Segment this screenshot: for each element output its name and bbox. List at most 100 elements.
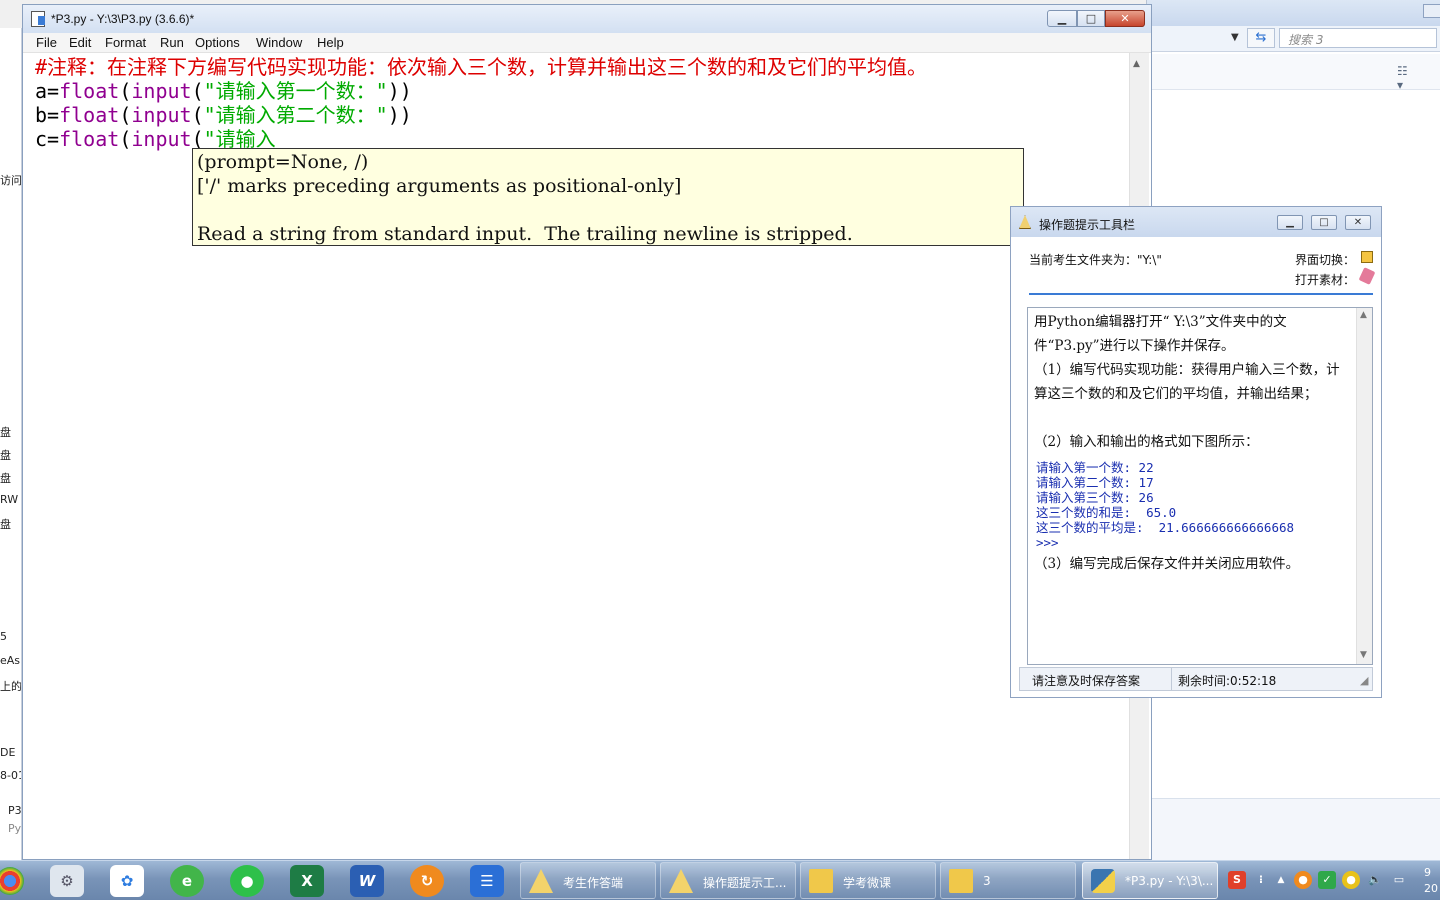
code-string: "请输入第二个数：" [203,103,388,127]
view-options-icon[interactable]: ☷ ▾ [1397,64,1417,92]
tasks-app-icon[interactable]: ☰ [470,865,504,897]
tray-app-icon[interactable]: ● [1342,871,1360,889]
hint-close-button[interactable]: ✕ [1345,215,1371,230]
menu-format[interactable]: Format [105,35,146,50]
taskbar: ⚙ ✿ e ● X W ↻ ☰ 考生作答端 操作题提示工... 学考微课 3 *… [0,860,1440,900]
sample-output-line: 请输入第三个数: 26 [1036,490,1154,505]
hint-status-bar: 请注意及时保存答案 剩余时间:0:52:18 ◢ [1019,667,1373,691]
strip-text: 盘 [0,518,11,531]
menu-file[interactable]: File [36,35,57,50]
strip-text: 访问 [0,174,22,187]
show-hidden-icons-icon[interactable]: ▲ [1272,871,1290,889]
security-app-icon[interactable]: ● [1294,871,1312,889]
interface-switch-icon[interactable] [1361,251,1373,263]
task-idle-editor[interactable]: *P3.py - Y:\3\... [1082,862,1218,899]
strip-text: 上的 [0,680,22,693]
code-line-comment: #注释：在注释下方编写代码实现功能：依次输入三个数，计算并输出这三个数的和及它们… [35,55,928,79]
remaining-time-text: 剩余时间:0:52:18 [1178,674,1277,688]
task-label: 考生作答端 [563,876,624,890]
hint-minimize-button[interactable]: ▁ [1277,215,1303,230]
instruction-paragraph: （2）输入和输出的格式如下图所示： [1034,434,1259,450]
maximize-button[interactable]: □ [1077,10,1105,27]
task-hint-toolbar[interactable]: 操作题提示工... [660,862,796,899]
input-mode-icon[interactable]: ⁝ [1252,871,1270,889]
wechat-icon[interactable]: ● [230,865,264,897]
calltip-tooltip: (prompt=None, /) ['/' marks preceding ar… [192,148,1024,246]
strip-text: eAs [0,654,21,667]
python-icon [1091,869,1115,893]
code-token: float [59,127,120,151]
task-label: *P3.py - Y:\3\... [1125,874,1214,888]
clock-time: 9 [1424,866,1431,879]
task-label: 学考微课 [843,876,892,890]
menu-window[interactable]: Window [256,35,302,50]
refresh-icon[interactable]: ⇆ [1247,28,1275,48]
calltip-note: ['/' marks preceding arguments as positi… [197,175,682,197]
background-left-window: 访问 盘 盘 盘 RW 盘 5 eAs 上的 DE 8-01 P3 Py [0,28,22,860]
scroll-up-icon[interactable]: ▲ [1133,59,1140,69]
word-icon[interactable]: W [350,865,384,897]
excel-icon[interactable]: X [290,865,324,897]
scroll-down-icon[interactable]: ▼ [1360,650,1367,660]
task-label: 3 [983,874,991,888]
sync-icon[interactable]: ↻ [410,865,444,897]
sogou-input-icon[interactable]: S [1228,871,1246,889]
code-line: b=float(input("请输入第二个数：")) [35,103,412,127]
code-token: float [59,103,120,127]
task-folder-microlessons[interactable]: 学考微课 [800,862,936,899]
network-icon[interactable]: ⚙ [50,865,84,897]
network-status-icon[interactable]: ▭ [1390,871,1408,889]
menu-edit[interactable]: Edit [69,35,91,50]
code-token: ( [119,79,132,103]
sample-output-line: 请输入第二个数: 17 [1036,475,1154,490]
hint-window-title: 操作题提示工具栏 [1039,218,1136,232]
resize-grip-icon[interactable]: ◢ [1360,674,1368,687]
menu-run[interactable]: Run [160,35,184,50]
save-reminder-text: 请注意及时保存答案 [1020,668,1172,690]
idle-editor-window: *P3.py - Y:\3\P3.py (3.6.6)* ▁ □ ✕ File … [22,4,1152,860]
task-exam-client[interactable]: 考生作答端 [520,862,656,899]
idle-titlebar: *P3.py - Y:\3\P3.py (3.6.6)* ▁ □ ✕ [23,5,1151,33]
hint-body: 当前考生文件夹为："Y:\" 界面切换： 打开素材： 用Python编辑器打开“… [1011,237,1381,697]
strip-text: DE [0,746,16,759]
menu-bar: File Edit Format Run Options Window Help [23,33,1151,53]
strip-text: 盘 [0,472,11,485]
divider [1029,293,1373,295]
task-folder-3[interactable]: 3 [940,862,1076,899]
open-material-icon[interactable] [1358,267,1376,285]
minimize-button[interactable]: ▁ [1047,10,1077,27]
instructions-text-box[interactable]: 用Python编辑器打开“ Y:\3”文件夹中的文件“P3.py”进行以下操作并… [1027,307,1373,665]
pen-icon [529,869,553,893]
folder-icon [949,869,973,893]
strip-text: Py [8,822,22,835]
scroll-up-icon[interactable]: ▲ [1360,310,1367,320]
code-token: )) [387,103,412,127]
hint-maximize-button[interactable]: □ [1311,215,1337,230]
strip-text: 5 [0,630,7,643]
hint-scrollbar[interactable] [1356,308,1372,664]
volume-icon[interactable]: 🔈 [1366,871,1384,889]
task-label: 操作题提示工... [703,876,787,890]
strip-text: P3 [8,804,22,817]
strip-text: RW [0,493,19,506]
interface-switch-label: 界面切换： [1295,253,1356,267]
explorer-search-input[interactable]: 搜索 3 [1279,28,1437,48]
code-token: ( [191,103,204,127]
code-string: "请输入第一个数：" [203,79,388,103]
menu-options[interactable]: Options [195,35,240,50]
shield-icon[interactable]: ✓ [1318,871,1336,889]
close-button[interactable]: ✕ [1105,10,1145,27]
chrome-icon[interactable] [0,867,24,895]
explorer-minimize-button[interactable] [1423,4,1440,18]
baidu-netdisk-icon[interactable]: ✿ [110,865,144,897]
clock[interactable]: 9 20 [1424,865,1438,897]
menu-help[interactable]: Help [317,35,344,50]
explorer-titlebar [1147,0,1440,26]
sample-output-line: 这三个数的平均是: 21.666666666666668 [1036,520,1295,535]
instruction-paragraph: 用Python编辑器打开“ Y:\3”文件夹中的文件“P3.py”进行以下操作并… [1034,314,1287,354]
code-token: )) [387,79,412,103]
code-token: ( [119,103,132,127]
code-token: input [131,103,192,127]
browser-e-icon[interactable]: e [170,865,204,897]
chevron-down-icon[interactable]: ▼ [1231,32,1243,44]
